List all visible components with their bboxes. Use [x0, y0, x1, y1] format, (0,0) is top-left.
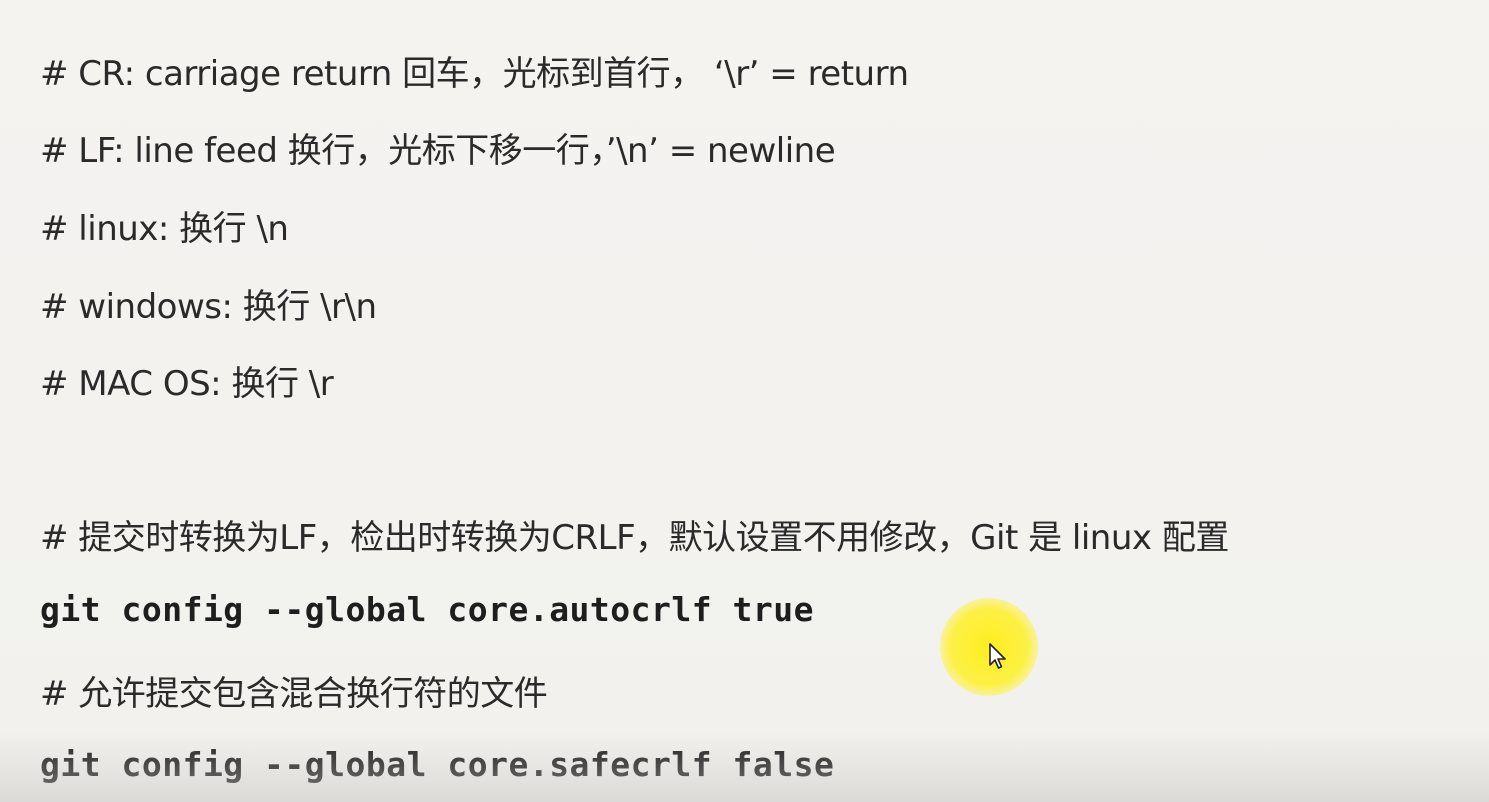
comment-safecrlf: # 允许提交包含混合换行符的文件	[40, 674, 548, 714]
comment-macos: # MAC OS: 换行 \r	[40, 364, 334, 404]
slide-canvas: # CR: carriage return 回车，光标到首行， ‘\r’ = r…	[0, 0, 1489, 802]
comment-windows: # windows: 换行 \r\n	[40, 287, 377, 327]
comment-autocrlf: # 提交时转换为LF，检出时转换为CRLF，默认设置不用修改，Git 是 lin…	[40, 518, 1229, 558]
command-safecrlf: git config --global core.safecrlf false	[40, 745, 835, 784]
comment-linux: # linux: 换行 \n	[40, 209, 289, 249]
comment-cr: # CR: carriage return 回车，光标到首行， ‘\r’ = r…	[40, 54, 909, 94]
mouse-pointer-icon	[989, 643, 1006, 669]
command-autocrlf: git config --global core.autocrlf true	[40, 590, 814, 629]
comment-lf: # LF: line feed 换行，光标下移一行，’\n’ = newline	[40, 131, 836, 171]
